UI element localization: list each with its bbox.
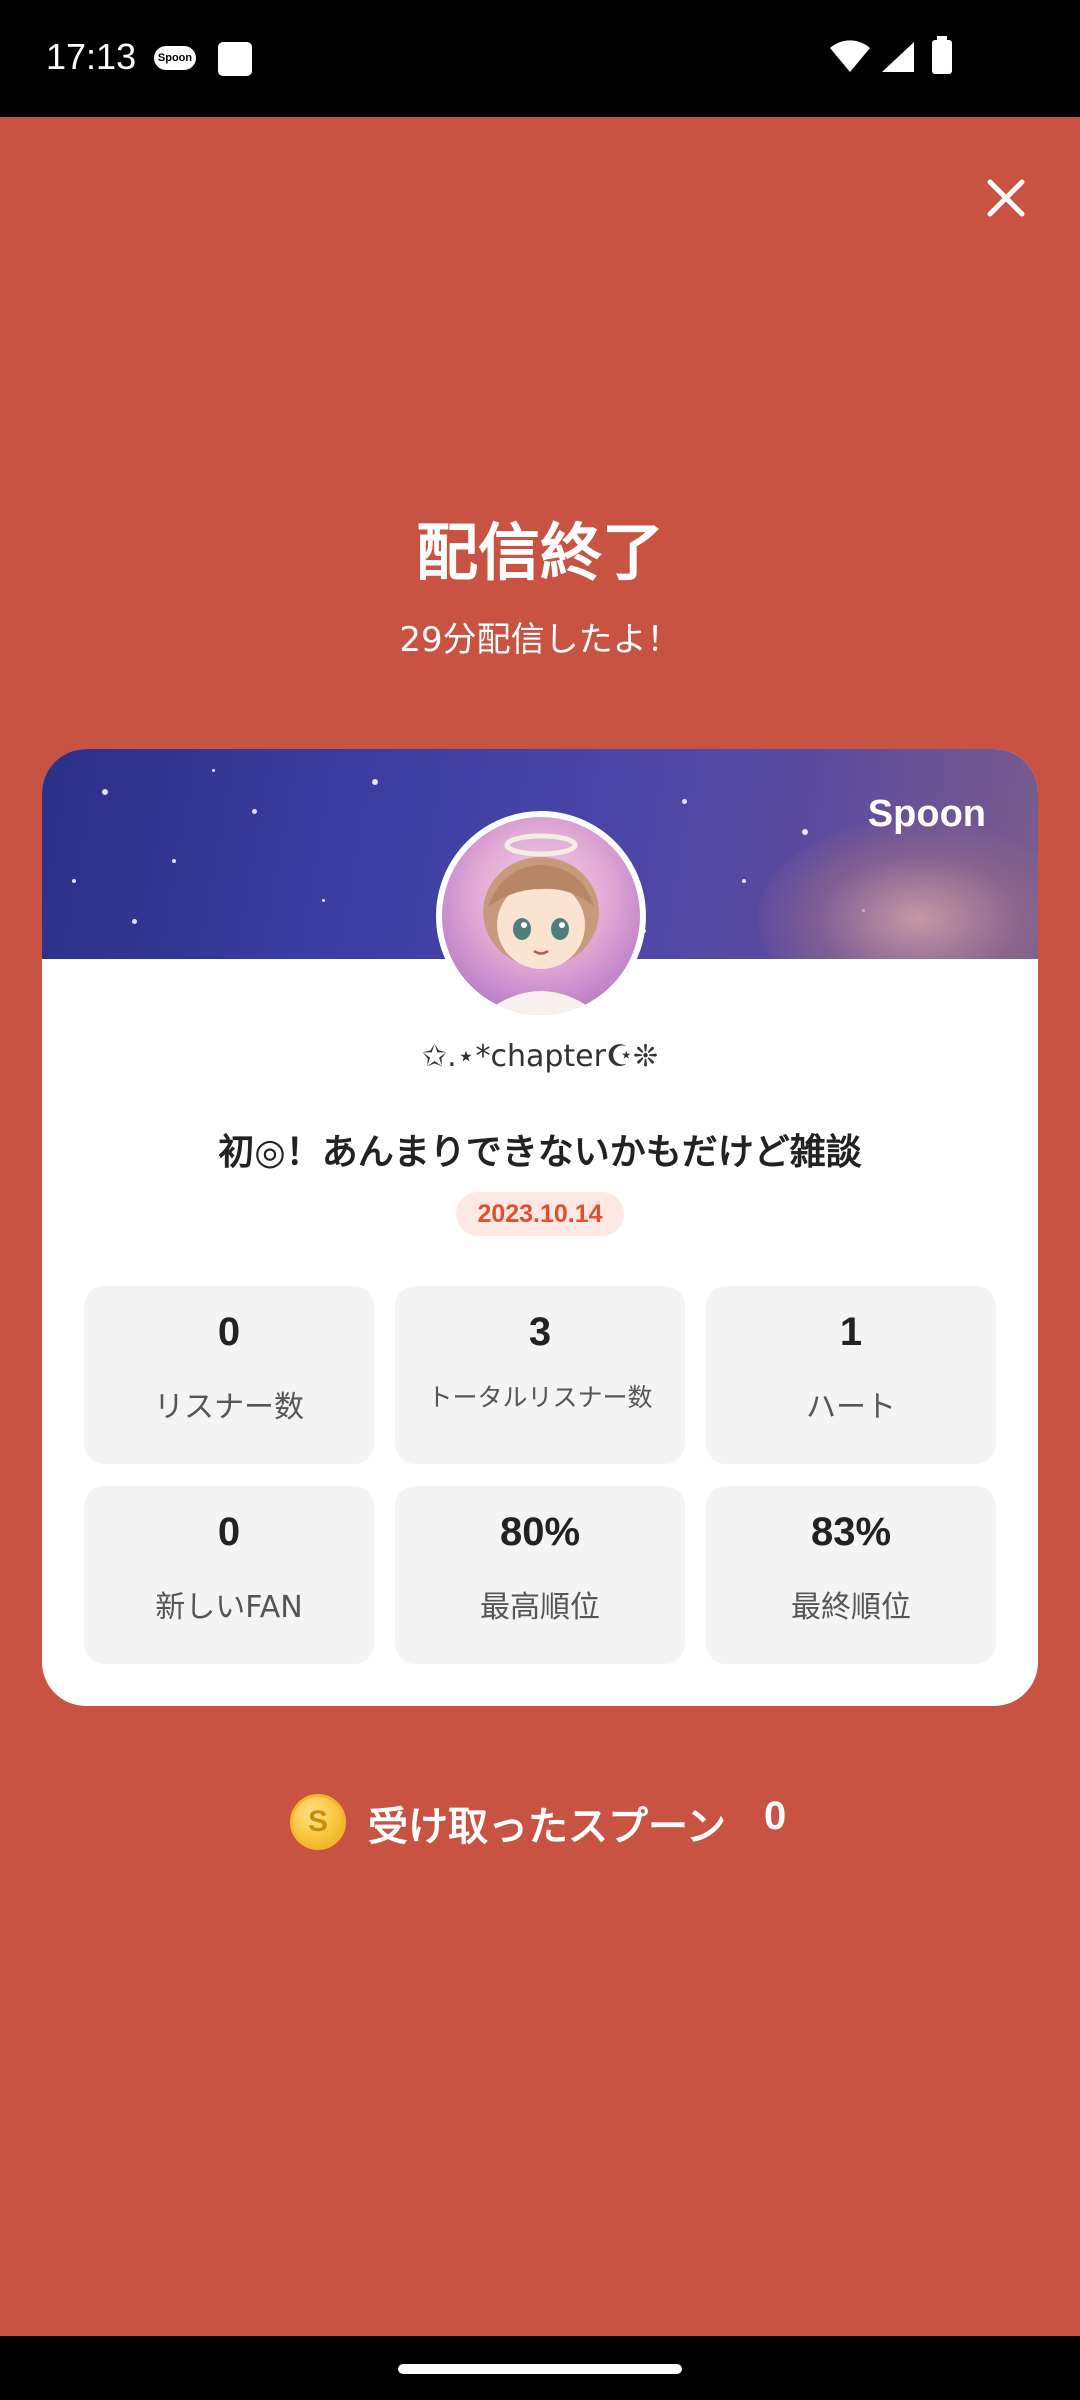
spoons-received: S 受け取ったスプーン 0	[0, 1790, 1080, 1854]
stat-final-rank: 83% 最終順位	[706, 1486, 996, 1664]
stat-value: 83%	[810, 1510, 892, 1554]
stat-value: 80%	[499, 1510, 581, 1554]
broadcast-summary-card: Spoon ✩.⋆*chapter☪︎❊ 初◎！あんまりできないかもだけど雑談 …	[42, 749, 1038, 1706]
stat-label: 最終順位	[791, 1590, 911, 1625]
stat-value: 0	[217, 1510, 241, 1554]
wifi-icon	[830, 40, 870, 72]
user-nickname: ✩.⋆*chapter☪︎❊	[422, 1039, 658, 1074]
stat-label: 最高順位	[480, 1590, 600, 1625]
date-badge: 2023.10.14	[456, 1192, 624, 1236]
spoon-notification-icon: Spoon	[154, 46, 196, 70]
stat-value: 1	[839, 1310, 863, 1354]
avatar[interactable]	[436, 811, 646, 1021]
stat-label: 新しいFAN	[155, 1590, 303, 1625]
stat-new-fans: 0 新しいFAN	[84, 1486, 374, 1664]
stat-hearts: 1 ハート	[706, 1286, 996, 1464]
status-bar: 17:13 Spoon	[0, 0, 1080, 117]
page-title: 配信終了	[415, 516, 664, 589]
status-time: 17:13	[46, 36, 137, 77]
stat-label: リスナー数	[154, 1390, 304, 1425]
close-icon	[987, 179, 1025, 217]
spoons-count: 0	[764, 1794, 787, 1838]
avatar-image	[482, 833, 600, 1015]
stat-total-listeners: 3 トータルリスナー数	[395, 1286, 685, 1464]
stat-value: 3	[528, 1310, 552, 1354]
stat-highest-rank: 80% 最高順位	[395, 1486, 685, 1664]
battery-icon	[932, 36, 952, 74]
stat-value: 0	[217, 1310, 241, 1354]
home-gesture-handle[interactable]	[398, 2364, 682, 2374]
signal-icon	[882, 42, 914, 72]
square-notification-icon	[218, 42, 252, 76]
spoon-logo: Spoon	[867, 793, 986, 835]
spoon-coin-icon: S	[290, 1794, 346, 1850]
spoons-label: 受け取ったスプーン	[368, 1804, 726, 1850]
stat-listeners: 0 リスナー数	[84, 1286, 374, 1464]
live-title: 初◎！あんまりできないかもだけど雑談	[218, 1132, 862, 1173]
close-button[interactable]	[980, 172, 1032, 224]
stat-label: ハート	[806, 1390, 896, 1425]
stat-label: トータルリスナー数	[427, 1383, 653, 1412]
broadcast-duration: 29分配信したよ！	[399, 620, 681, 660]
